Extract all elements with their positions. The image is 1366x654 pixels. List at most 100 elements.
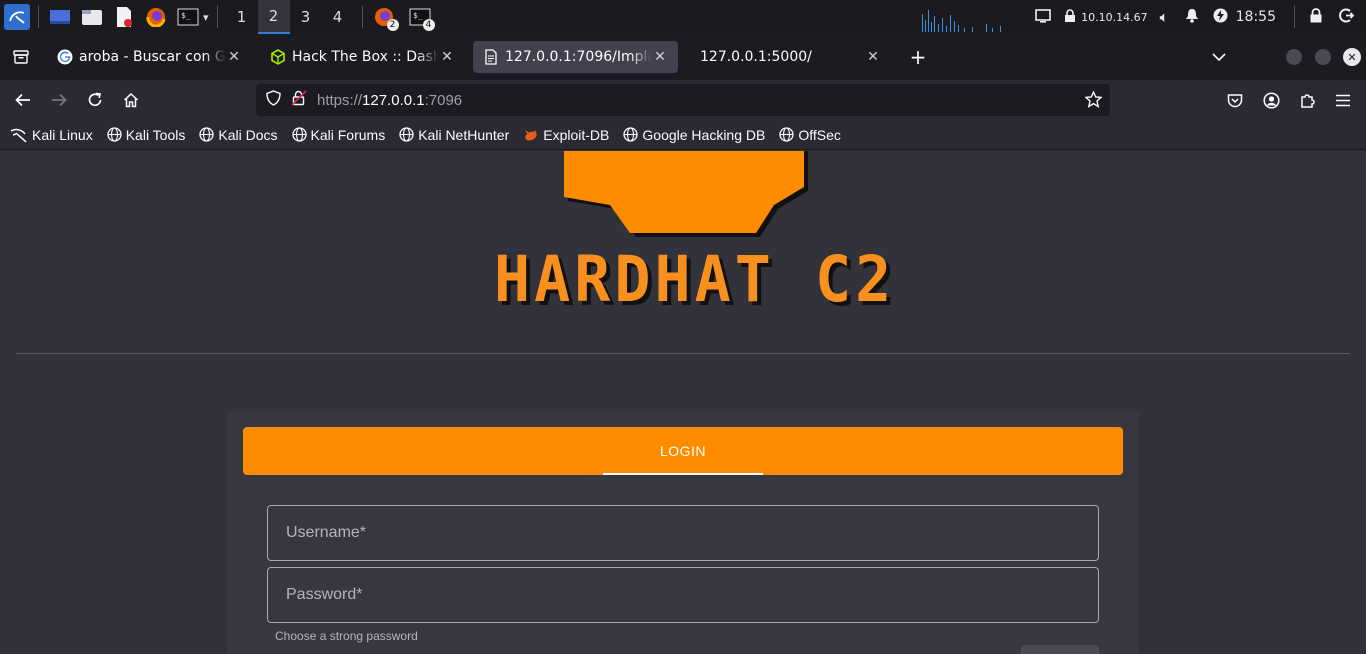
bookmark-google-hacking-db[interactable]: Google Hacking DB xyxy=(623,127,765,143)
window-count-badge: 4 xyxy=(422,19,435,31)
bookmark-kali-docs[interactable]: Kali Docs xyxy=(199,126,278,143)
tab-label: 127.0.0.1:5000/ xyxy=(700,49,812,65)
bookmark-label: Kali NetHunter xyxy=(418,126,510,143)
list-all-tabs-chevron-icon[interactable] xyxy=(1209,42,1229,72)
bookmarks-toolbar: Kali Linux Kali Tools Kali Docs Kali For… xyxy=(0,120,1366,150)
tab-label: 127.0.0.1:7096/ImplantInteract xyxy=(505,49,652,65)
globe-icon xyxy=(623,127,639,142)
url-text[interactable]: https://127.0.0.1:7096 xyxy=(317,92,462,109)
workspace-4[interactable]: 4 xyxy=(322,0,354,34)
account-icon[interactable] xyxy=(1256,85,1286,115)
close-tab-icon[interactable]: ✕ xyxy=(226,49,242,65)
close-window-icon[interactable]: ✕ xyxy=(1343,48,1361,66)
globe-icon xyxy=(199,127,215,142)
power-manager-icon[interactable] xyxy=(1213,8,1228,26)
browser-nav-bar: https://127.0.0.1:7096 xyxy=(0,80,1366,120)
tab-implant-interact[interactable]: 127.0.0.1:7096/ImplantInteract ✕ xyxy=(473,41,678,73)
extensions-puzzle-icon[interactable] xyxy=(1292,85,1322,115)
bookmark-label: Exploit-DB xyxy=(543,126,610,143)
firefox-launcher-icon[interactable] xyxy=(145,6,167,28)
os-taskbar: $_ ▾ 1 2 3 4 2 $_ 4 10.10.14.67 🔈︎ 18:55 xyxy=(0,0,1366,34)
google-icon xyxy=(57,49,73,65)
url-host: 127.0.0.1 xyxy=(362,91,425,109)
workspace-2[interactable]: 2 xyxy=(257,0,290,34)
reload-icon[interactable] xyxy=(80,85,110,115)
lock-screen-icon[interactable] xyxy=(1309,8,1323,26)
show-desktop-icon[interactable] xyxy=(49,6,71,28)
close-tab-icon[interactable]: ✕ xyxy=(439,49,455,65)
username-field[interactable] xyxy=(267,505,1099,561)
tracking-shield-icon[interactable] xyxy=(266,90,281,110)
url-scheme: https:// xyxy=(317,91,363,109)
tab-hack-the-box[interactable]: Hack The Box :: Dashboard ✕ xyxy=(260,41,465,73)
workspace-1[interactable]: 1 xyxy=(226,0,258,34)
close-tab-icon[interactable]: ✕ xyxy=(865,49,881,65)
toolbar-right xyxy=(1220,85,1358,115)
hardhat-helmet-logo xyxy=(564,151,808,237)
terminal-window-icon[interactable]: $_ 4 xyxy=(409,6,435,31)
text-editor-icon[interactable] xyxy=(113,6,135,28)
hamburger-menu-icon[interactable] xyxy=(1328,85,1358,115)
tab-login[interactable]: LOGIN xyxy=(603,427,763,475)
clock[interactable]: 18:55 xyxy=(1236,9,1276,25)
file-manager-icon[interactable] xyxy=(81,6,103,28)
volume-icon[interactable]: 🔈︎ xyxy=(1160,8,1169,26)
username-input[interactable] xyxy=(268,506,1098,560)
kali-dragon-icon xyxy=(10,128,27,143)
firefox-view-icon[interactable] xyxy=(6,42,36,72)
bookmark-star-icon[interactable] xyxy=(1084,90,1103,112)
bookmark-exploit-db[interactable]: Exploit-DB xyxy=(523,127,609,143)
insecure-lock-icon[interactable] xyxy=(291,90,307,110)
globe-icon xyxy=(291,127,307,142)
url-port: :7096 xyxy=(424,91,463,109)
globe-icon xyxy=(779,127,794,142)
pocket-icon[interactable] xyxy=(1220,85,1250,115)
bookmark-label: Google Hacking DB xyxy=(642,126,766,143)
bookmark-offsec[interactable]: OffSec xyxy=(779,127,841,143)
terminal-launcher-icon[interactable]: $_ xyxy=(177,6,199,28)
brand-title: HARDHAT C2 xyxy=(494,243,896,317)
svg-text:$_: $_ xyxy=(413,11,423,20)
auth-tab-bar: LOGIN xyxy=(243,427,1123,475)
vpn-ip-address: 10.10.14.67 xyxy=(1081,10,1148,24)
bookmark-label: Kali Docs xyxy=(218,126,278,143)
maximize-window-icon[interactable] xyxy=(1315,49,1331,65)
tab-google-search[interactable]: aroba - Buscar con Google ✕ xyxy=(47,41,252,73)
notifications-bell-icon[interactable] xyxy=(1185,8,1199,26)
home-icon[interactable] xyxy=(116,85,146,115)
globe-icon xyxy=(107,127,122,142)
bookmark-kali-linux[interactable]: Kali Linux xyxy=(10,127,93,143)
header-divider xyxy=(16,353,1350,354)
display-icon[interactable] xyxy=(1035,8,1051,26)
url-bar[interactable]: https://127.0.0.1:7096 xyxy=(256,84,1110,116)
forward-arrow-icon xyxy=(44,85,74,115)
tab-localhost-5000[interactable]: 127.0.0.1:5000/ ✕ xyxy=(686,41,891,73)
vpn-lock-icon[interactable] xyxy=(1063,8,1077,26)
logout-icon[interactable] xyxy=(1339,8,1355,26)
firefox-window-icon[interactable]: 2 xyxy=(373,6,399,31)
minimize-window-icon[interactable] xyxy=(1286,49,1302,65)
bookmark-label: Kali Linux xyxy=(32,126,93,143)
workspace-3[interactable]: 3 xyxy=(290,0,322,34)
exploit-db-bug-icon xyxy=(525,130,537,141)
chevron-down-icon[interactable]: ▾ xyxy=(203,11,209,24)
login-card: LOGIN Choose a strong password xyxy=(227,411,1139,654)
taskbar-separator xyxy=(38,6,39,28)
taskbar-separator xyxy=(216,6,218,28)
bookmark-kali-forums[interactable]: Kali Forums xyxy=(291,126,386,143)
bookmark-kali-tools[interactable]: Kali Tools xyxy=(107,127,185,143)
back-arrow-icon[interactable] xyxy=(8,85,38,115)
hardhat-login-page: HARDHAT C2 LOGIN Choose a strong passwor… xyxy=(0,151,1366,654)
login-submit-button[interactable] xyxy=(1021,645,1099,654)
close-tab-icon[interactable]: ✕ xyxy=(652,49,668,65)
taskbar-separator xyxy=(361,6,363,28)
password-input[interactable] xyxy=(268,568,1098,622)
kali-menu-icon[interactable] xyxy=(4,4,30,30)
bookmark-kali-nethunter[interactable]: Kali NetHunter xyxy=(399,127,509,143)
bookmark-label: Kali Forums xyxy=(310,126,386,143)
password-field[interactable] xyxy=(267,567,1099,623)
bookmark-label: OffSec xyxy=(798,126,841,143)
new-tab-plus-icon[interactable]: + xyxy=(903,42,933,72)
tab-label: aroba - Buscar con Google xyxy=(79,49,226,65)
system-tray: 10.10.14.67 🔈︎ 18:55 xyxy=(1035,0,1366,34)
